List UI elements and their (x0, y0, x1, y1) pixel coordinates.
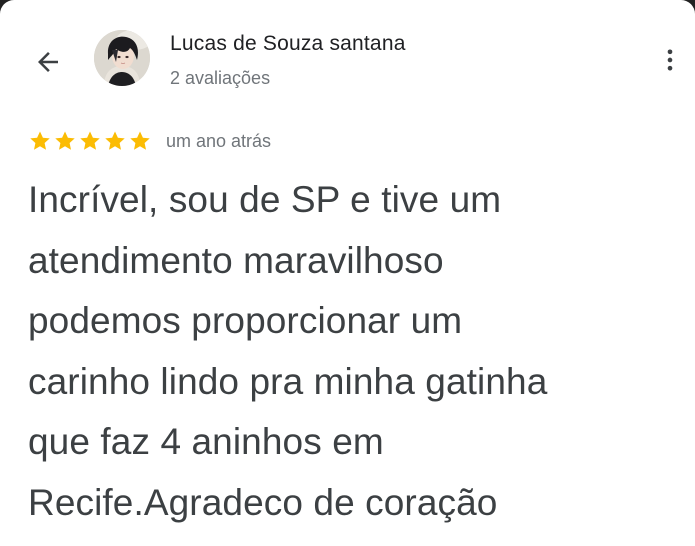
author-review-count: 2 avaliações (170, 68, 271, 88)
review-text-line: que faz 4 aninhos em (28, 421, 384, 462)
review-date: um ano atrás (166, 130, 272, 151)
review-text-line: atendimento maravilhoso (28, 239, 444, 281)
star-icon (55, 131, 75, 150)
rating-row: um ano atrás (28, 127, 271, 155)
review-text-line: carinho lindo pra minha gatinha (28, 360, 548, 402)
back-button[interactable] (26, 40, 70, 84)
review-text: Incrível, sou de SP e tive um atendimento… (28, 170, 668, 533)
more-vert-icon (667, 49, 673, 71)
star-icon (105, 131, 125, 150)
star-icon (30, 131, 50, 150)
review-screen: Lucas de Souza santana 2 avaliações um a… (0, 0, 695, 546)
star-icon (130, 131, 150, 150)
profile-photo (94, 30, 150, 86)
author-name[interactable]: Lucas de Souza santana (170, 32, 406, 56)
star-icon (80, 131, 100, 150)
star-rating (28, 129, 152, 153)
avatar[interactable] (94, 30, 150, 86)
arrow-back-icon (38, 52, 58, 72)
review-text-line: Incrível, sou de SP e tive um (28, 179, 502, 220)
more-options-button[interactable] (650, 38, 690, 82)
review-text-line: podemos proporcionar um (28, 300, 463, 341)
review-text-line: Recife.Agradeco de coração (28, 481, 498, 523)
